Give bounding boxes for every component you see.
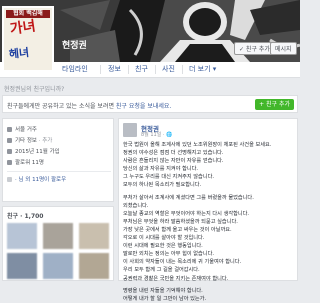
request-text: 친구들에게만 공유하고 있는 소식을 보려면 친구 요청을 보내세요.	[7, 101, 171, 110]
post-text-line: 공권력과 경찰은 국민을 지키는 존재여야 합니다.	[123, 275, 229, 282]
clock-icon	[7, 138, 12, 143]
friend-request-banner: 친구들에게만 공유하고 있는 소식을 보려면 친구 요청을 보내세요. + 친구…	[2, 95, 298, 113]
friend-thumbnail[interactable]	[43, 223, 73, 249]
post-text-line: 말로만 외치는 정의는 아무 힘이 없습니다.	[123, 251, 215, 258]
tab-about[interactable]: 정보	[108, 62, 121, 77]
intro-divider	[7, 171, 111, 172]
calendar-icon	[7, 149, 12, 154]
intro-row-followed-by: · 님 외 11명이 팔로우	[7, 175, 66, 183]
post-text-line: 모두의 하나된 목소리가 필요합니다.	[123, 182, 202, 189]
add-friend-button[interactable]: + 친구 추가	[255, 99, 294, 110]
intro-followers: 팔로워 11명	[15, 160, 44, 166]
intro-row-followers: 팔로워 11명	[7, 158, 44, 166]
post-timestamp[interactable]: 8월 11일 · 🌐	[141, 131, 172, 138]
post-text-line: 부처가 살아서 조계사에 계셨다면 그를 버렸을까 물었습니다.	[123, 194, 254, 201]
add-friend-cover-button[interactable]: ✓ 친구 추가	[234, 42, 275, 55]
friend-thumbnail[interactable]	[43, 253, 73, 279]
tab-friends[interactable]: 친구	[135, 62, 148, 77]
intro-row-joined: 2015년 11월 가입	[7, 147, 60, 155]
timeline-post: 현정권 8월 11일 · 🌐 한국 법원이 올해 조계사에 있던 노조위원장이 …	[118, 118, 298, 302]
friend-thumbnail[interactable]	[7, 223, 37, 249]
people-icon	[7, 160, 12, 165]
request-prefix: 친구들에게만 공유하고 있는 소식을 보려면	[7, 103, 116, 110]
post-text-line: 사람은 흔들리지 않는 자만이 자유를 얻습니다.	[123, 158, 224, 165]
intro-joined: 2015년 11월 가입	[15, 149, 60, 155]
intro-card: 서울 거주 기타 정보 · 추가 2015년 11월 가입 팔로워 11명 · …	[2, 118, 114, 202]
poster-headline: 가녀	[8, 18, 37, 38]
post-text-line: 오늘날 종교의 역할은 무엇이어야 하는지 다시 생각합니다.	[123, 210, 250, 217]
poster-subheadline: 헤녀	[8, 45, 30, 62]
nav-divider	[100, 65, 101, 74]
intro-info: 기타 정보	[15, 138, 37, 144]
post-text-line: 이 사회의 약자들이 내는 목소리에 귀 기울여야 합니다.	[123, 259, 242, 266]
post-text-line: 정권의 야수성은 점점 더 선명해지고 있습니다.	[123, 150, 224, 157]
post-text-line: 어떻게 내가 할 일 그만이 남아 있는가.	[123, 295, 207, 302]
person-icon	[7, 177, 12, 182]
post-text-line: 가장 낮은 곳에서 함께 울고 싸우는 것이 아닐까요.	[123, 226, 232, 233]
tab-more[interactable]: 더 보기 ▾	[189, 62, 216, 77]
friend-thumbnail[interactable]	[79, 223, 109, 249]
friend-thumbnail[interactable]	[7, 253, 37, 279]
intro-row-location: 서울 거주	[7, 125, 37, 133]
send-request-link[interactable]: 친구 요청을 보내세요.	[116, 103, 171, 110]
post-text-line: 우리 모두 함께 그 길을 걸어갑시다.	[123, 267, 200, 274]
post-text-line: 부처님은 무엇을 하라 말씀하셨을까 되묻고 싶습니다.	[123, 218, 238, 225]
post-text-line: 이런 시대에 필요한 것은 행동입니다.	[123, 243, 203, 250]
nav-divider	[182, 65, 183, 74]
nav-divider	[155, 65, 156, 74]
intro-info-add[interactable]: · 추가	[39, 138, 53, 144]
tab-photos[interactable]: 사진	[162, 62, 175, 77]
post-text-line: 각오로 이 시대를 살아야 할 것입니다.	[123, 235, 205, 242]
profile-picture[interactable]: 협회 백김해 가녀 헤녀	[2, 6, 54, 72]
profile-name[interactable]: 현정권	[62, 38, 87, 51]
poster-title: 협회 백김해	[6, 10, 50, 18]
intro-row-info: 기타 정보 · 추가	[7, 136, 52, 144]
tab-timeline[interactable]: 타임라인	[62, 62, 88, 77]
post-text-line: 그 누구도 우리를 대신 지켜주지 않습니다.	[123, 174, 215, 181]
post-text-line: 한국 법원이 올해 조계사에 있던 노조위원장이 체포된 사건을 보세요.	[123, 142, 272, 148]
avatar[interactable]	[123, 123, 137, 137]
nav-divider	[128, 65, 129, 74]
friends-card: 친구 · 1,700	[2, 206, 114, 281]
post-text-line: 외쳤습니다.	[123, 202, 149, 209]
globe-icon	[7, 127, 12, 132]
friend-thumbnail[interactable]	[79, 253, 109, 279]
intro-location: 서울 거주	[15, 127, 37, 133]
post-text-line: 명령을 내린 자들을 기억해야 합니다.	[123, 287, 203, 294]
post-text-line: 당신의 삶과 자유를 지켜야 합니다.	[123, 166, 199, 173]
post-body: 한국 법원이 올해 조계사에 있던 노조위원장이 체포된 사건을 보세요. 정권의…	[123, 141, 295, 303]
friends-title[interactable]: 친구 · 1,700	[7, 211, 43, 220]
followed-by-link[interactable]: · 님 외 11명이 팔로우	[15, 177, 66, 183]
friend-notice: 현정권님의 친구입니까?	[4, 86, 65, 93]
message-button[interactable]: 메시지	[270, 42, 297, 55]
